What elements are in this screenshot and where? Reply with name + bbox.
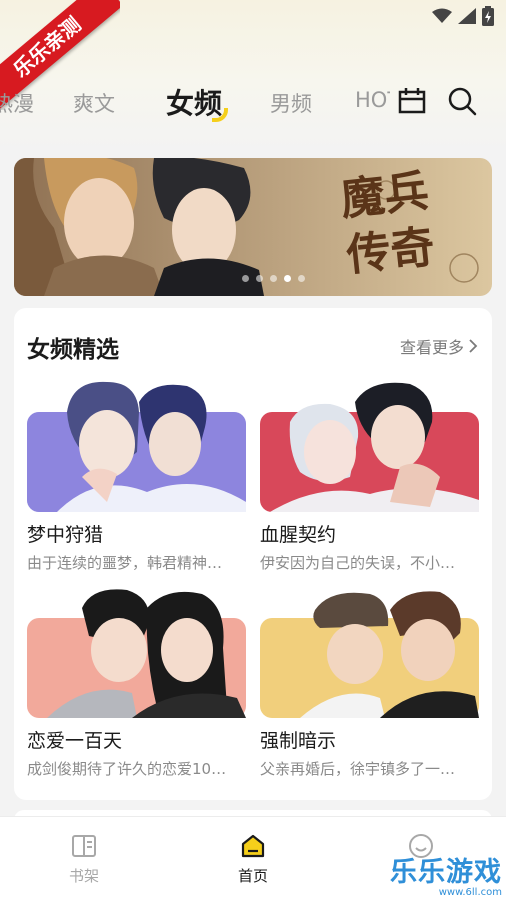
comic-card[interactable]: 强制暗示 父亲再婚后，徐宇镇多了一…: [260, 588, 479, 779]
comic-desc: 伊安因为自己的失误，不小…: [260, 554, 456, 572]
see-more-link[interactable]: 查看更多: [400, 334, 478, 358]
watermark-main: 乐乐游戏: [390, 857, 502, 888]
active-tab-indicator: [212, 108, 228, 122]
tab-hot-comics[interactable]: 热漫: [0, 88, 34, 118]
wifi-icon: [432, 8, 452, 23]
section-title: 女频精选: [27, 337, 119, 363]
comic-desc: 父亲再婚后，徐宇镇多了一…: [260, 760, 456, 778]
comic-title: 血腥契约: [260, 524, 337, 546]
comic-desc: 由于连续的噩梦，韩君精神…: [27, 554, 223, 572]
book-icon: [72, 835, 96, 857]
search-icon[interactable]: [447, 86, 477, 116]
tab-male[interactable]: 男频: [270, 88, 312, 118]
site-watermark: 乐乐游戏 www.6ll.com: [390, 850, 502, 898]
see-more-label: 查看更多: [399, 338, 464, 357]
cover-artwork: [260, 382, 479, 512]
comic-card[interactable]: 梦中狩猎 由于连续的噩梦，韩君精神…: [27, 381, 246, 573]
banner-dot: [255, 275, 263, 282]
cover-artwork: [27, 589, 246, 718]
cover-artwork: [260, 591, 479, 718]
battery-icon: [482, 6, 494, 26]
comic-card[interactable]: 恋爱一百天 成剑俊期待了许久的恋爱10…: [27, 588, 246, 779]
nav-bookshelf-label: 书架: [68, 867, 99, 885]
comic-card[interactable]: 血腥契约 伊安因为自己的失误，不小…: [260, 382, 479, 573]
cover-artwork: [27, 381, 246, 512]
bottom-navigation: 书架 首页 乐乐游戏 www.6ll.com: [0, 816, 506, 902]
comic-cover: [27, 381, 246, 512]
tab-hot[interactable]: HOT: [355, 88, 390, 112]
chevron-right-icon: [469, 339, 478, 353]
featured-section: 女频精选 查看更多 梦中狩猎 由于连续的噩梦，韩君精神… 血腥契约 伊安因为自己…: [14, 308, 492, 800]
banner-dot: [241, 275, 249, 282]
comic-title: 恋爱一百天: [27, 730, 123, 752]
banner-dot: [297, 275, 305, 282]
calendar-icon[interactable]: [397, 86, 427, 116]
banner-pagination: [14, 275, 492, 282]
banner-title: 魔兵传奇: [338, 165, 437, 282]
comic-cover: [260, 588, 479, 718]
nav-home[interactable]: 首页: [208, 833, 298, 886]
banner-dot: [269, 275, 277, 282]
comic-desc: 成剑俊期待了许久的恋爱10…: [27, 760, 227, 778]
status-bar: [432, 6, 494, 26]
nav-bookshelf[interactable]: 书架: [39, 833, 129, 886]
promo-banner[interactable]: 魔兵传奇: [14, 158, 492, 296]
home-icon: [241, 834, 265, 858]
comic-cover: [260, 382, 479, 512]
banner-dot-active: [283, 275, 291, 282]
comic-title: 梦中狩猎: [27, 524, 104, 546]
signal-icon: [458, 8, 476, 24]
comic-title: 强制暗示: [260, 730, 337, 752]
comic-cover: [27, 588, 246, 718]
category-tabs: 热漫 爽文 女频 男频 HOT: [0, 80, 390, 126]
nav-home-label: 首页: [237, 867, 268, 885]
tab-novel[interactable]: 爽文: [73, 88, 115, 118]
